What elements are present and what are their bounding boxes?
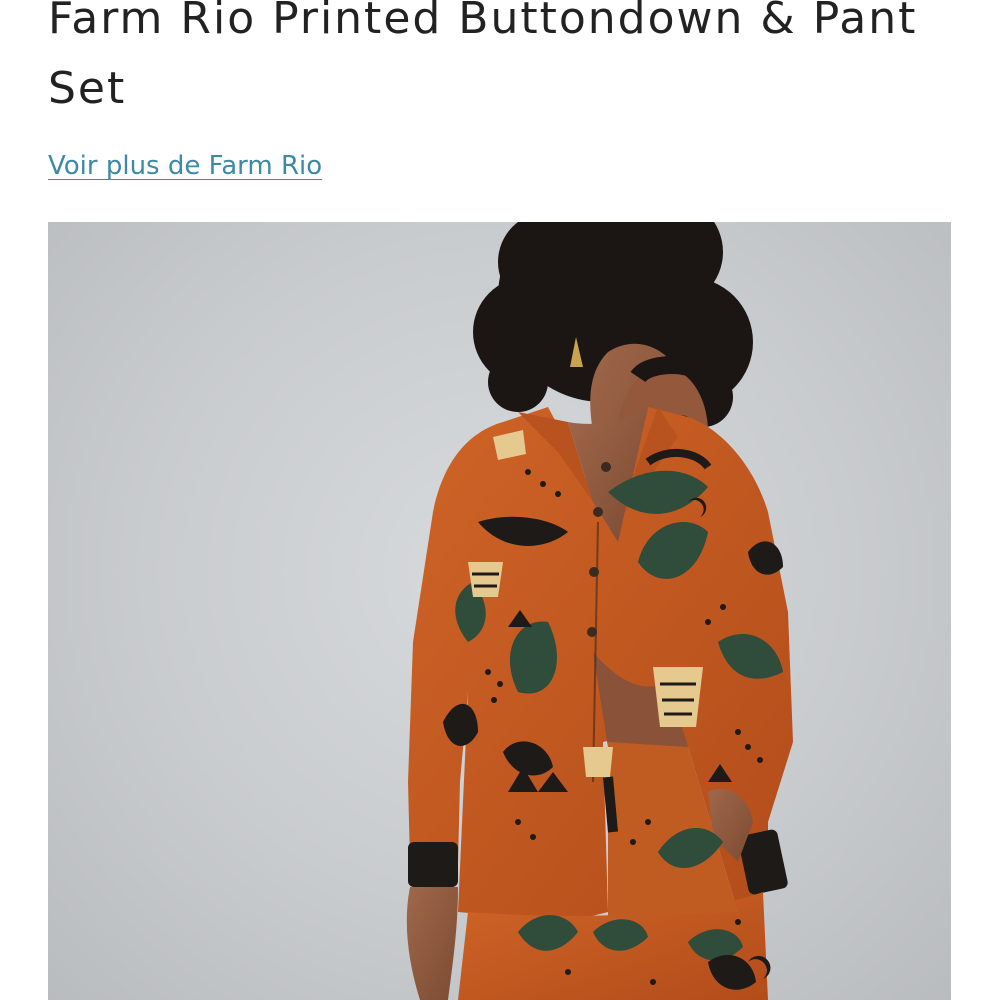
product-page: Farm Rio Printed Buttondown & Pant Set V… <box>0 0 1000 1000</box>
product-photo[interactable] <box>48 222 951 1000</box>
product-title: Farm Rio Printed Buttondown & Pant Set <box>48 0 918 114</box>
product-photo-illustration <box>406 222 793 1000</box>
brand-link[interactable]: Voir plus de Farm Rio <box>48 148 322 184</box>
